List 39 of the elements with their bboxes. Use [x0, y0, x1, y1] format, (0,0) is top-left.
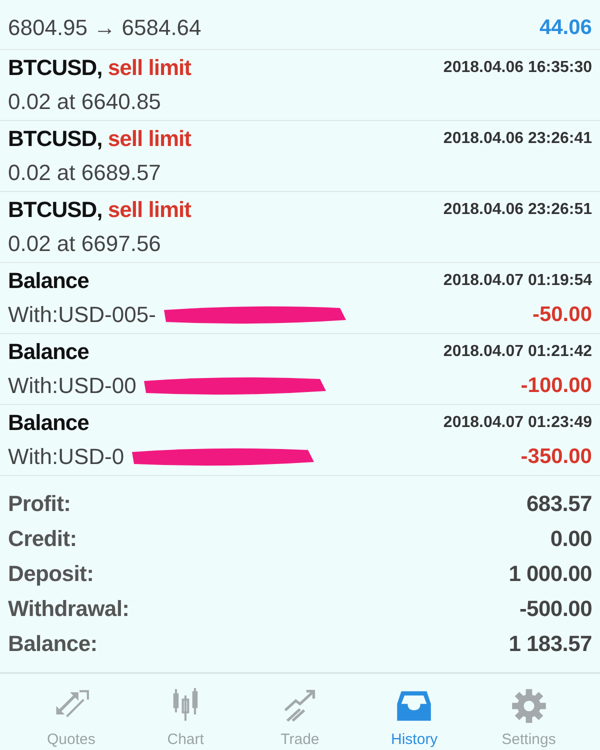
- entry-time: 2018.04.06 23:26:51: [443, 201, 592, 219]
- entry-time: 2018.04.07 01:19:54: [443, 272, 592, 290]
- entry-time: 2018.04.07 01:23:49: [443, 414, 592, 432]
- entry-title: BTCUSD, sell limit: [8, 197, 191, 223]
- entry-detail: With:USD-00: [8, 373, 136, 399]
- entry-time: 2018.04.06 16:35:30: [443, 59, 592, 77]
- entry-detail: 0.02 at 6640.85: [8, 89, 161, 115]
- entry-detail: 0.02 at 6689.57: [8, 160, 161, 186]
- summary-label: Withdrawal:: [8, 596, 130, 622]
- entry-title: BTCUSD, sell limit: [8, 55, 191, 81]
- tab[interactable]: Trade: [254, 674, 345, 750]
- entry-amount: -50.00: [532, 303, 592, 327]
- entry-time: 2018.04.06 23:26:41: [443, 130, 592, 148]
- settings-icon: [510, 687, 548, 725]
- summary-value: -500.00: [519, 596, 592, 622]
- summary-value: 0.00: [550, 526, 592, 552]
- entry-time: 2018.04.07 01:21:42: [443, 343, 592, 361]
- entry-title: BTCUSD, sell limit: [8, 126, 191, 152]
- summary-value: 683.57: [526, 490, 592, 516]
- entry-detail: With:USD-0: [8, 444, 124, 470]
- tab[interactable]: Settings: [484, 674, 574, 750]
- entry-amount: -100.00: [520, 374, 592, 398]
- summary-value: 1 000.00: [508, 560, 592, 586]
- entry-title: Balance: [8, 339, 89, 365]
- summary-label: Profit:: [8, 490, 71, 516]
- entry-detail: With:USD-005-: [8, 302, 156, 328]
- summary-label: Balance:: [8, 630, 98, 656]
- summary-label: Deposit:: [8, 560, 94, 586]
- entry-detail: 6804.95 → 6584.64: [8, 14, 202, 40]
- tab[interactable]: History: [369, 674, 460, 750]
- tab[interactable]: Chart: [140, 674, 231, 750]
- summary-label: Credit:: [8, 526, 77, 552]
- summary-value: 1 183.57: [508, 630, 592, 656]
- tab[interactable]: Quotes: [26, 674, 116, 750]
- entry-title: Balance: [8, 268, 89, 294]
- entry-amount: -350.00: [520, 445, 592, 469]
- entry-amount: 44.06: [539, 16, 592, 40]
- entry-title: Balance: [8, 410, 89, 436]
- entry-detail: 0.02 at 6697.56: [8, 231, 161, 257]
